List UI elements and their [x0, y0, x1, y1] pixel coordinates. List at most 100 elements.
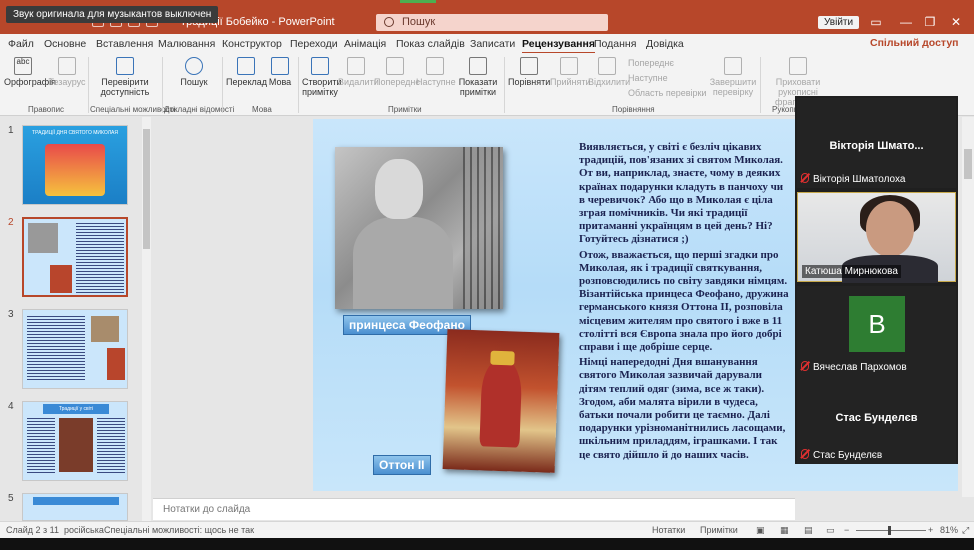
- maximize-button[interactable]: ❐: [922, 15, 938, 29]
- group-comments: Примітки: [388, 105, 422, 114]
- notes-pane[interactable]: Нотатки до слайда: [153, 498, 795, 520]
- end-review-icon: [724, 57, 742, 75]
- participant-tile[interactable]: Вікторія Шмато... Вікторія Шматолоха: [797, 98, 956, 188]
- accessibility-status[interactable]: Спеціальні можливості: щось не так: [104, 525, 254, 535]
- tab-draw[interactable]: Малювання: [158, 38, 215, 50]
- zoom-in-icon[interactable]: +: [928, 525, 933, 535]
- new-comment-label: Створити примітку: [302, 77, 342, 97]
- ribbon-tabs: Файл Основне Вставлення Малювання Констр…: [0, 34, 974, 54]
- translate-button[interactable]: Переклад: [226, 57, 267, 87]
- spelling-button[interactable]: abc Орфографія: [4, 57, 56, 87]
- group-compare: Порівняння: [612, 105, 655, 114]
- compare-button[interactable]: Порівняти: [508, 57, 550, 87]
- group-language: Мова: [252, 105, 272, 114]
- slide-thumbnail-selected[interactable]: [22, 217, 128, 297]
- group-separator: [504, 57, 505, 113]
- previous-comment-label: Попереднє: [374, 77, 420, 87]
- close-button[interactable]: ✕: [948, 15, 964, 29]
- tab-slideshow[interactable]: Показ слайдів: [396, 38, 465, 50]
- new-comment-icon: [311, 57, 329, 75]
- search-icon: [384, 17, 394, 27]
- statue-head: [375, 159, 423, 219]
- language-button[interactable]: Мова: [266, 57, 294, 87]
- thumbnail-photo: [50, 265, 72, 293]
- smart-lookup-label: Пошук: [180, 77, 208, 87]
- zoom-slider[interactable]: [856, 530, 926, 531]
- previous-change-button[interactable]: Попереднє: [628, 58, 674, 68]
- participant-tile[interactable]: Стас Бунделєв Стас Бунделєв: [797, 374, 956, 464]
- slide-thumbnail[interactable]: [22, 493, 128, 521]
- tab-animations[interactable]: Анімація: [344, 38, 386, 50]
- tab-review[interactable]: Рецензування: [522, 38, 595, 54]
- search-box[interactable]: Пошук: [376, 14, 608, 31]
- zoom-slider-knob[interactable]: [888, 526, 891, 535]
- statue-photo[interactable]: [335, 147, 503, 309]
- zoom-out-icon[interactable]: −: [844, 525, 849, 535]
- otto-photo[interactable]: [442, 329, 560, 473]
- participant-display-name: Вікторія Шмато...: [829, 140, 924, 152]
- participant-tile[interactable]: В Вячеслав Пархомов: [797, 286, 956, 376]
- new-comment-button[interactable]: Створити примітку: [302, 57, 342, 97]
- tab-help[interactable]: Довідка: [646, 38, 684, 50]
- reading-view-icon[interactable]: ▤: [804, 525, 813, 536]
- thumbnails-scroll-thumb[interactable]: [143, 129, 150, 249]
- notes-placeholder: Нотатки до слайда: [163, 504, 251, 515]
- normal-view-icon[interactable]: ▣: [756, 525, 765, 536]
- tab-insert[interactable]: Вставлення: [96, 38, 153, 50]
- tab-design[interactable]: Конструктор: [222, 38, 282, 50]
- zoom-share-indicator: [400, 0, 436, 3]
- reviewing-pane-button[interactable]: Область перевірки: [628, 88, 706, 98]
- group-separator: [88, 57, 89, 113]
- participant-video[interactable]: Катюша Мирнюкова: [797, 192, 956, 283]
- next-comment-icon: [426, 57, 444, 75]
- editor-scrollbar[interactable]: [962, 117, 974, 497]
- previous-comment-button[interactable]: Попереднє: [374, 57, 420, 87]
- statue-body: [353, 217, 453, 309]
- compare-icon: [520, 57, 538, 75]
- tab-transitions[interactable]: Переходи: [290, 38, 338, 50]
- show-comments-button[interactable]: Показати примітки: [456, 57, 500, 97]
- caption-otto[interactable]: Оттон ІІ: [373, 455, 431, 475]
- accept-button[interactable]: Прийняти: [550, 57, 591, 87]
- delete-comment-button[interactable]: Видалити: [338, 57, 379, 87]
- slide-thumbnail[interactable]: ТРАДИЦІЇ ДНЯ СВЯТОГО МИКОЛАЯ: [22, 125, 128, 205]
- editor-scroll-thumb[interactable]: [964, 149, 972, 179]
- minimize-button[interactable]: —: [898, 15, 914, 29]
- previous-comment-icon: [386, 57, 404, 75]
- smart-lookup-button[interactable]: Пошук: [172, 57, 216, 87]
- notes-toggle[interactable]: Нотатки: [652, 525, 685, 535]
- mic-muted-icon: [801, 361, 809, 371]
- check-accessibility-label: Перевірити доступність: [100, 77, 150, 97]
- check-accessibility-button[interactable]: Перевірити доступність: [94, 57, 156, 97]
- next-change-button[interactable]: Наступне: [628, 73, 668, 83]
- slideshow-icon[interactable]: ▭: [826, 525, 835, 536]
- thumbnail-text: [76, 223, 124, 293]
- end-review-button[interactable]: Завершити перевірку: [708, 57, 758, 97]
- next-comment-button[interactable]: Наступне: [416, 57, 456, 87]
- delete-comment-icon: [347, 57, 365, 75]
- thumbnail-photo: [28, 223, 58, 253]
- slide-thumbnail[interactable]: Традиції у світі: [22, 401, 128, 481]
- tab-record[interactable]: Записати: [470, 38, 515, 50]
- tab-home[interactable]: Основне: [44, 38, 86, 50]
- slide-sorter-icon[interactable]: ▦: [780, 525, 789, 536]
- slide-thumbnail[interactable]: [22, 309, 128, 389]
- accessibility-icon: [116, 57, 134, 75]
- taskbar: [0, 538, 974, 550]
- group-insights: Докладні відомості: [164, 105, 235, 114]
- participant-name-text: Вячеслав Пархомов: [813, 362, 907, 373]
- share-button[interactable]: Спільний доступ: [870, 37, 959, 49]
- comments-toggle[interactable]: Примітки: [700, 525, 738, 535]
- thesaurus-button[interactable]: Тезаурус: [48, 57, 86, 87]
- tab-file[interactable]: Файл: [8, 38, 34, 50]
- slide-text-box[interactable]: Виявляється, у світі є безліч цікавих тр…: [579, 141, 789, 464]
- signin-button[interactable]: Увійти: [818, 16, 860, 29]
- slide-editor: принцеса Феофано Оттон ІІ Виявляється, у…: [153, 117, 958, 497]
- ribbon-display-icon[interactable]: ▭: [868, 15, 884, 29]
- zoom-level[interactable]: 81%: [940, 525, 958, 535]
- language-status[interactable]: російська: [64, 525, 104, 535]
- tab-view[interactable]: Подання: [594, 38, 636, 50]
- status-bar: Слайд 2 з 11 російська Спеціальні можлив…: [0, 521, 974, 538]
- fit-to-window-icon[interactable]: ⤢: [962, 525, 969, 536]
- reject-button[interactable]: Відхилити: [588, 57, 630, 87]
